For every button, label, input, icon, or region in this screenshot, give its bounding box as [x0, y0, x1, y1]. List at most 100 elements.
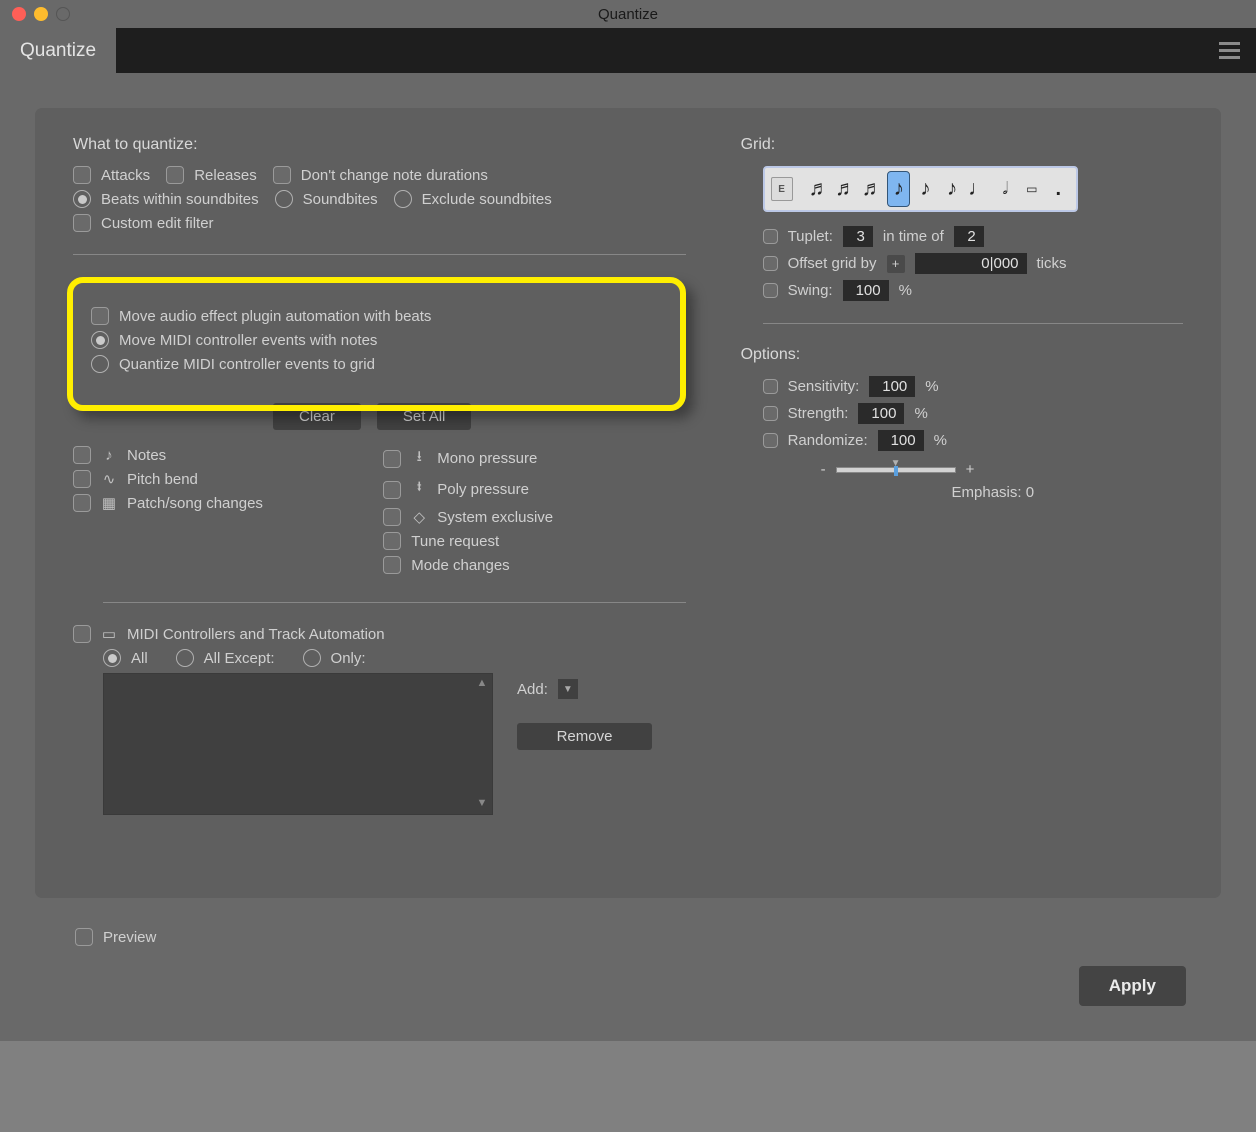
note-32nd-icon[interactable]: ♬	[834, 171, 857, 207]
move-audio-label: Move audio effect plugin automation with…	[119, 308, 431, 325]
tuplet-value[interactable]	[843, 226, 873, 247]
exclude-radio[interactable]	[394, 190, 412, 208]
note-8th-icon[interactable]: ♪	[941, 171, 964, 207]
poly-checkbox[interactable]	[383, 481, 401, 499]
zoom-icon[interactable]	[56, 7, 70, 21]
swing-checkbox[interactable]	[763, 283, 778, 298]
exclude-label: Exclude soundbites	[422, 191, 552, 208]
preview-checkbox[interactable]	[75, 928, 93, 946]
slider-thumb-icon[interactable]	[894, 466, 898, 476]
apply-button[interactable]: Apply	[1079, 966, 1186, 1006]
sysex-icon: ◇	[411, 508, 427, 526]
releases-label: Releases	[194, 167, 257, 184]
swing-value[interactable]	[843, 280, 889, 301]
strength-value[interactable]	[858, 403, 904, 424]
note-16th-triplet-icon[interactable]: ♬	[861, 171, 884, 207]
grid-title: Grid:	[741, 136, 1183, 154]
emphasis-slider-row: - ▼ +	[821, 461, 1183, 478]
sysex-checkbox[interactable]	[383, 508, 401, 526]
poly-label: Poly pressure	[437, 481, 529, 498]
preview-label: Preview	[103, 929, 156, 946]
mono-checkbox[interactable]	[383, 450, 401, 468]
releases-checkbox[interactable]	[166, 166, 184, 184]
quantize-midi-label: Quantize MIDI controller events to grid	[119, 356, 375, 373]
strength-label: Strength:	[788, 405, 849, 422]
offset-sign-toggle[interactable]: +	[887, 255, 905, 273]
sensitivity-checkbox[interactable]	[763, 379, 778, 394]
in-time-label: in time of	[883, 228, 944, 245]
only-label: Only:	[331, 650, 366, 667]
move-audio-checkbox[interactable]	[91, 307, 109, 325]
divider	[103, 602, 686, 603]
mode-label: Mode changes	[411, 557, 509, 574]
all-radio[interactable]	[103, 649, 121, 667]
patch-label: Patch/song changes	[127, 495, 263, 512]
note-16th-icon[interactable]: ♪	[887, 171, 910, 207]
what-to-quantize-title: What to quantize:	[73, 136, 686, 154]
edit-filter-grid: ♪ Notes ∿ Pitch bend ▦ Patch/song change…	[73, 440, 686, 580]
randomize-label: Randomize:	[788, 432, 868, 449]
remove-button[interactable]: Remove	[517, 723, 652, 750]
custom-filter-checkbox[interactable]	[73, 214, 91, 232]
soundbites-radio[interactable]	[275, 190, 293, 208]
only-radio[interactable]	[303, 649, 321, 667]
right-column: Grid: E ♬ ♬ ♬ ♪ ♪ ♪ ♩ 𝅗𝅥 ▭ .	[741, 136, 1183, 870]
mono-icon: ⭳	[411, 446, 427, 471]
offset-checkbox[interactable]	[763, 256, 778, 271]
move-midi-label: Move MIDI controller events with notes	[119, 332, 377, 349]
no-change-checkbox[interactable]	[273, 166, 291, 184]
attacks-checkbox[interactable]	[73, 166, 91, 184]
sensitivity-label: Sensitivity:	[788, 378, 860, 395]
note-icon: ♪	[101, 447, 117, 464]
slider-plus: +	[966, 461, 975, 478]
left-column: What to quantize: Attacks Releases Don't…	[73, 136, 686, 870]
note-whole-icon[interactable]: ▭	[1020, 171, 1043, 207]
emphasis-label: Emphasis: 0	[803, 484, 1183, 501]
window-controls	[0, 7, 70, 21]
attacks-label: Attacks	[101, 167, 150, 184]
scroll-down-icon[interactable]: ▼	[475, 797, 489, 811]
scroll-up-icon[interactable]: ▲	[475, 677, 489, 691]
controllers-icon: ▭	[101, 625, 117, 643]
strength-checkbox[interactable]	[763, 406, 778, 421]
pitch-bend-checkbox[interactable]	[73, 470, 91, 488]
offset-value[interactable]	[915, 253, 1027, 274]
move-midi-radio[interactable]	[91, 331, 109, 349]
add-dropdown[interactable]: ▼	[558, 679, 578, 699]
main-area: What to quantize: Attacks Releases Don't…	[0, 73, 1256, 1041]
in-time-value[interactable]	[954, 226, 984, 247]
pitch-bend-icon: ∿	[101, 470, 117, 488]
no-change-label: Don't change note durations	[301, 167, 488, 184]
note-quarter-icon[interactable]: ♩	[967, 171, 990, 207]
quantize-midi-radio[interactable]	[91, 355, 109, 373]
patch-checkbox[interactable]	[73, 494, 91, 512]
note-half-icon[interactable]: 𝅗𝅥	[994, 171, 1017, 207]
note-dot-icon[interactable]: .	[1047, 171, 1070, 207]
grid-value-picker[interactable]: E ♬ ♬ ♬ ♪ ♪ ♪ ♩ 𝅗𝅥 ▭ .	[763, 166, 1078, 212]
minimize-icon[interactable]	[34, 7, 48, 21]
tab-quantize[interactable]: Quantize	[0, 28, 116, 73]
divider	[763, 323, 1183, 324]
close-icon[interactable]	[12, 7, 26, 21]
note-32nd-triplet-icon[interactable]: ♬	[808, 171, 831, 207]
controller-listbox[interactable]: ▲ ▼	[103, 673, 493, 815]
midi-controllers-checkbox[interactable]	[73, 625, 91, 643]
note-8th-triplet-icon[interactable]: ♪	[914, 171, 937, 207]
poly-icon: ⭽	[411, 477, 427, 502]
randomize-value[interactable]	[878, 430, 924, 451]
mode-checkbox[interactable]	[383, 556, 401, 574]
sensitivity-value[interactable]	[869, 376, 915, 397]
tune-checkbox[interactable]	[383, 532, 401, 550]
randomize-checkbox[interactable]	[763, 433, 778, 448]
notes-checkbox[interactable]	[73, 446, 91, 464]
tuplet-checkbox[interactable]	[763, 229, 778, 244]
swing-label: Swing:	[788, 282, 833, 299]
emphasis-slider[interactable]: ▼	[836, 467, 956, 473]
tab-label: Quantize	[20, 40, 96, 62]
all-except-radio[interactable]	[176, 649, 194, 667]
strength-pct: %	[914, 405, 927, 422]
mono-label: Mono pressure	[437, 450, 537, 467]
grid-edit-icon[interactable]: E	[771, 177, 793, 201]
menu-icon[interactable]	[1213, 36, 1246, 65]
beats-within-radio[interactable]	[73, 190, 91, 208]
